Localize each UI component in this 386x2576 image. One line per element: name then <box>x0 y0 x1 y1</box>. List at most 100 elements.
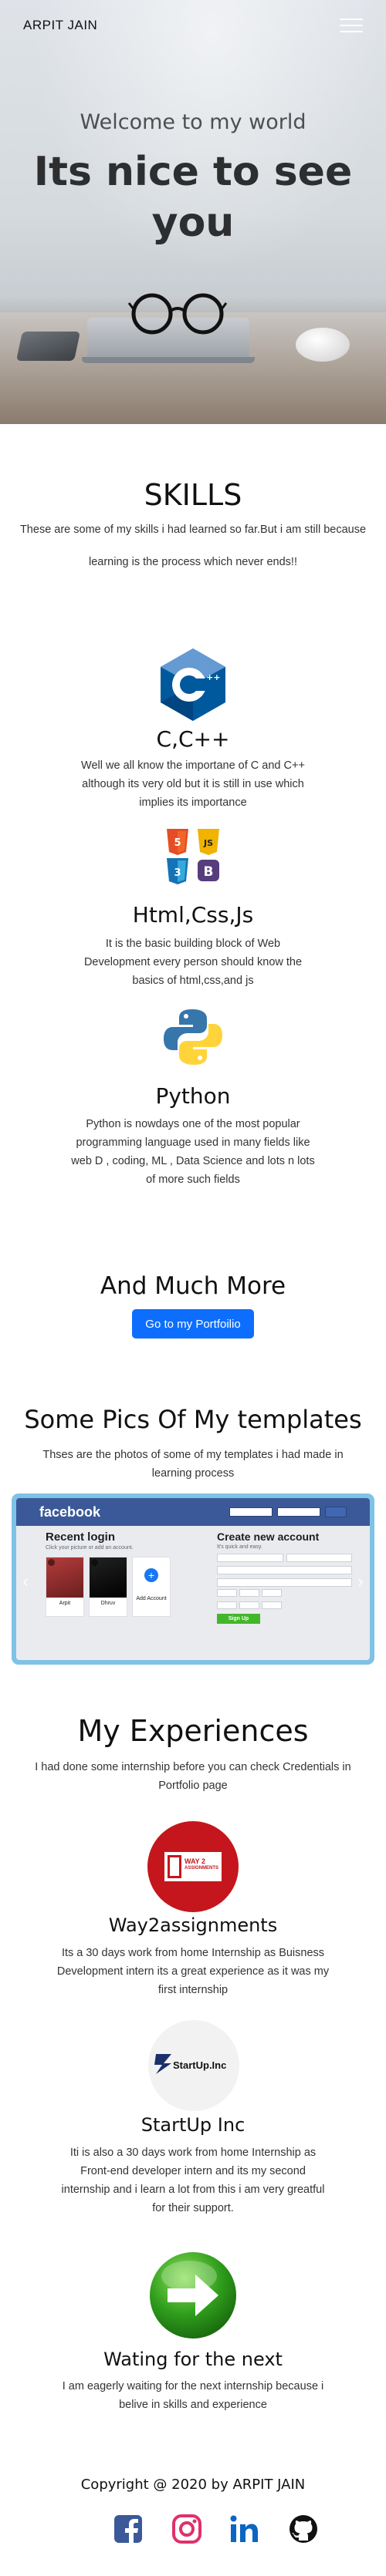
navbar-brand[interactable]: ARPIT JAIN <box>23 18 97 33</box>
slide-login-box <box>325 1507 347 1517</box>
skill-desc-line: Development every person should know the <box>83 956 303 968</box>
svg-text:3: 3 <box>174 867 181 879</box>
hero-laptop-edge <box>82 357 255 363</box>
slide-select-box <box>239 1589 259 1597</box>
slide-radio-box <box>262 1601 282 1609</box>
slide-birthday-selects <box>217 1589 352 1597</box>
skills-intro-line-2: learning is the process which never ends… <box>88 556 297 568</box>
skill-desc-line: web D , coding, ML , Data Science and lo… <box>71 1155 315 1167</box>
svg-text:JS: JS <box>203 838 213 848</box>
hero-section: Welcome to my world Its nice to see you <box>0 0 386 424</box>
skill-desc-line: basics of html,css,and js <box>132 975 254 987</box>
templates-carousel[interactable]: facebook Recent login Click your picture… <box>12 1493 374 1665</box>
slide-profile-card: Dhruv <box>89 1557 127 1617</box>
pics-desc-line: Thses are the photos of some of my templ… <box>42 1449 344 1461</box>
skill-title-cpp: C,C++ <box>156 726 230 752</box>
menu-icon[interactable] <box>340 16 363 35</box>
slide-profile-cards: Arpit Dhruv + Add Account <box>46 1557 192 1617</box>
slide-password-box <box>277 1507 320 1517</box>
skill-desc-line: programming language used in many fields… <box>76 1136 310 1149</box>
svg-text:5: 5 <box>174 837 181 849</box>
hero-subtitle: Welcome to my world <box>80 110 306 134</box>
skills-title: SKILLS <box>144 478 242 512</box>
skill-desc-line: Python is nowdays one of the most popula… <box>86 1118 300 1130</box>
experience-desc-line: I am eagerly waiting for the next intern… <box>62 2380 324 2392</box>
footer-copyright: Copyright @ 2020 by ARPIT JAIN <box>80 2477 306 2493</box>
slide-input-box <box>286 1554 352 1562</box>
skill-desc-line: implies its importance <box>139 796 247 809</box>
linkedin-icon[interactable] <box>229 2514 259 2544</box>
carousel-prev-icon[interactable]: ‹ <box>19 1572 32 1591</box>
facebook-icon[interactable] <box>113 2514 144 2544</box>
slide-header: facebook <box>16 1498 370 1526</box>
slide-create-sub: It's quick and easy. <box>217 1544 262 1550</box>
menu-icon-bar <box>340 19 363 20</box>
hero-phone-image <box>15 332 81 361</box>
experiences-intro-line-1: I had done some internship before you ca… <box>35 1761 351 1773</box>
hero-title: Its nice to see you <box>33 149 353 246</box>
slide-recent-login: Recent login Click your picture or add a… <box>46 1530 192 1617</box>
slide-radio-box <box>239 1601 259 1609</box>
instagram-icon[interactable] <box>171 2514 202 2544</box>
plus-icon: + <box>144 1568 158 1582</box>
slide-login-form <box>229 1507 347 1517</box>
slide-email-row <box>217 1566 352 1574</box>
experiences-intro-line-2: Portfolio page <box>158 1780 228 1792</box>
skill-title-web: Html,Css,Js <box>132 902 254 928</box>
slide-profile-name: Arpit <box>59 1601 71 1606</box>
hero-glasses-image <box>127 293 228 335</box>
pics-title: Some Pics Of My templates <box>24 1405 362 1434</box>
web-logos-group: 5 JS 3 B <box>167 829 219 884</box>
experience-desc-line: for their support. <box>152 2202 234 2214</box>
more-title: And Much More <box>100 1272 286 1300</box>
navbar: ARPIT JAIN <box>0 0 386 51</box>
hero-mouse-image <box>296 328 350 362</box>
experience-desc-line: Its a 30 days work from home Internship … <box>61 1947 325 1959</box>
slide-email-box <box>229 1507 273 1517</box>
skills-intro-line-1: These are some of my skills i had learne… <box>19 524 367 536</box>
way2assignments-logo-mark <box>168 1855 181 1878</box>
way2assignments-logo: WAY 2 ASSIGNMENTS <box>147 1821 239 1912</box>
carousel-next-icon[interactable]: › <box>354 1572 367 1591</box>
slide-name-row <box>217 1554 352 1562</box>
experience-desc-line: Development intern its a great experienc… <box>56 1965 330 1978</box>
js-icon: JS <box>198 829 219 855</box>
slide-signup-button: Sign Up <box>217 1614 260 1624</box>
experience-desc-line: Iti is also a 30 days work from home Int… <box>69 2147 317 2159</box>
slide-logo: facebook <box>39 1504 101 1520</box>
css3-icon: 3 <box>167 858 188 884</box>
startup-inc-logo-mark <box>154 2054 171 2074</box>
experience-desc-line: Front-end developer intern and its my se… <box>80 2165 306 2177</box>
slide-select-box <box>217 1589 237 1597</box>
skill-desc-line: Well we all know the importane of C and … <box>81 759 305 772</box>
github-icon[interactable] <box>288 2514 319 2544</box>
startup-inc-logo-text: StartUp.Inc <box>173 2059 227 2071</box>
slide-input-box <box>217 1554 283 1562</box>
skill-desc-line: although its very old but it is still in… <box>82 778 304 790</box>
skill-desc-line: of more such fields <box>146 1174 240 1186</box>
menu-icon-bar <box>340 25 363 26</box>
slide-recent-sub: Click your picture or add an account. <box>46 1545 134 1551</box>
slide-profile-card: Arpit <box>46 1557 84 1617</box>
experience-title-startup-inc: StartUp Inc <box>141 2114 245 2136</box>
carousel-slide: facebook Recent login Click your picture… <box>16 1498 370 1660</box>
way2assignments-logo-subtext: ASSIGNMENTS <box>185 1866 219 1871</box>
slide-create-title: Create new account <box>217 1530 320 1543</box>
svg-text:++: ++ <box>206 672 220 682</box>
next-arrow-icon <box>150 2252 236 2339</box>
startup-inc-logo: StartUp.Inc <box>148 2020 239 2111</box>
slide-input-box <box>217 1578 352 1587</box>
slide-add-account-label: Add Account <box>136 1596 167 1601</box>
close-icon <box>91 1559 98 1566</box>
slide-recent-title: Recent login <box>46 1530 116 1544</box>
portfolio-button[interactable]: Go to my Portfoilio <box>132 1309 254 1339</box>
slide-input-box <box>217 1566 352 1574</box>
bootstrap-icon: B <box>198 860 219 881</box>
way2assignments-logo-text: WAY 2 <box>185 1857 206 1865</box>
svg-text:B: B <box>204 864 214 880</box>
slide-create-account: Create new account It's quick and easy. … <box>217 1530 352 1624</box>
experiences-title: My Experiences <box>77 1714 309 1748</box>
experience-desc-line: belive in skills and experience <box>119 2399 267 2411</box>
menu-icon-bar <box>340 31 363 32</box>
close-icon <box>48 1559 55 1566</box>
